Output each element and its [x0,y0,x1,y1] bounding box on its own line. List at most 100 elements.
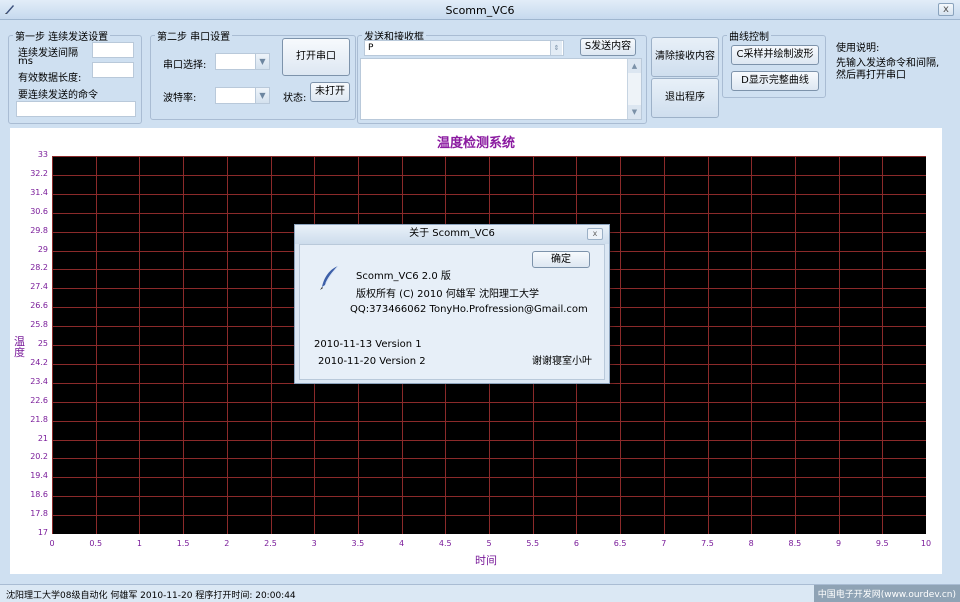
chevron-down-icon[interactable]: ▼ [255,88,269,103]
interval-input[interactable] [92,42,134,58]
about-title: 关于 Scomm_VC6 [295,225,609,244]
window-titlebar: Scomm_VC6 x [0,0,960,20]
sample-label: C采样并绘制波形 [736,49,814,60]
about-contact: QQ:373466062 TonyHo.Profression@Gmail.co… [350,304,588,315]
y-tick-label: 24.2 [30,357,48,367]
x-tick-label: 6 [573,539,579,548]
y-axis-label: 温度 [14,335,25,359]
interval-unit: ms [18,56,33,67]
y-tick-label: 22.6 [30,395,48,405]
send-button-label: S发送内容 [584,41,632,52]
about-history1: 2010-11-13 Version 1 [314,339,422,350]
receive-textarea[interactable] [360,58,642,120]
scroll-down-icon[interactable]: ▼ [628,105,641,119]
receive-scrollbar[interactable]: ▲ ▼ [627,59,641,119]
about-close-button[interactable]: x [587,228,603,240]
y-tick-label: 25.8 [30,320,48,330]
y-tick-label: 29 [37,244,48,254]
y-tick-label: 17 [37,528,48,537]
curve-legend: 曲线控制 [729,32,769,43]
about-history2: 2010-11-20 Version 2 [318,356,426,367]
about-version: Scomm_VC6 2.0 版 [356,271,451,282]
x-tick-label: 1 [136,539,142,548]
y-tick-label: 29.8 [30,225,48,235]
y-tick-label: 20.2 [30,452,48,462]
y-tick-label: 18.6 [30,490,48,500]
x-tick-label: 4 [399,539,405,548]
chevron-down-icon[interactable]: ▼ [255,54,269,69]
status-bar: 沈阳理工大学08级自动化 何雄军 2010-11-20 程序打开时间: 20:0… [0,584,960,602]
watermark: 中国电子开发网(www.ourdev.cn) [813,585,960,602]
full-curve-button[interactable]: D显示完整曲线 [731,71,819,91]
clear-receive-label: 清除接收内容 [655,51,715,62]
x-axis-label: 时间 [475,554,497,567]
y-tick-label: 26.6 [30,301,48,311]
quill-pen-icon [320,265,339,290]
send-button[interactable]: S发送内容 [580,38,636,56]
help-title: 使用说明: [836,43,880,54]
full-curve-label: D显示完整曲线 [741,75,809,86]
x-tick-label: 7.5 [701,539,714,548]
x-tick-label: 3.5 [351,539,365,548]
x-tick-label: 7 [661,539,667,548]
x-tick-label: 0 [49,539,55,548]
about-body: Scomm_VC6 2.0 版 版权所有 (C) 2010 何雄军 沈阳理工大学… [299,244,605,380]
window-title: Scomm_VC6 [445,4,515,17]
y-tick-label: 28.2 [30,263,48,273]
exit-button[interactable]: 退出程序 [651,78,719,118]
x-tick-label: 9.5 [875,539,889,548]
exit-label: 退出程序 [665,92,705,103]
state-label: 状态: [283,93,307,104]
x-tick-label: 9 [836,539,842,548]
send-input-value: P [368,43,374,53]
status-text: 沈阳理工大学08级自动化 何雄军 2010-11-20 程序打开时间: 20:0… [6,591,296,601]
state-button[interactable]: 未打开 [310,82,350,102]
step1-legend: 第一步 连续发送设置 [15,32,109,43]
x-tick-label: 8.5 [788,539,802,548]
scroll-up-icon[interactable]: ▲ [628,59,641,73]
command-label: 要连续发送的命令 [18,90,98,101]
baud-select[interactable]: ▼ [215,87,270,104]
state-value: 未打开 [315,86,345,97]
x-tick-label: 5 [486,539,492,548]
x-tick-label: 1.5 [176,539,190,548]
x-tick-label: 8 [748,539,754,548]
window-close-button[interactable]: x [938,3,954,16]
open-port-label: 打开串口 [296,51,336,62]
send-spin-icon[interactable]: ⇕ [550,41,562,55]
y-tick-label: 23.4 [30,376,48,386]
baud-label: 波特率: [163,93,197,104]
open-port-button[interactable]: 打开串口 [282,38,350,76]
x-tick-label: 2.5 [264,539,277,548]
about-dialog: 关于 Scomm_VC6 x Scomm_VC6 2.0 版 版权所有 (C) … [294,224,610,384]
y-tick-label: 31.4 [30,187,48,197]
command-input[interactable] [16,101,136,117]
data-length-label: 有效数据长度: [18,73,82,84]
step2-legend: 第二步 串口设置 [157,32,231,43]
about-copyright: 版权所有 (C) 2010 何雄军 沈阳理工大学 [356,289,539,300]
port-select[interactable]: ▼ [215,53,270,70]
help-line2: 然后再打开串口 [836,70,906,81]
about-ok-button[interactable]: 确定 [532,251,590,268]
about-thanks: 谢谢寝室小叶 [532,356,592,367]
data-length-input[interactable] [92,62,134,78]
chart-title: 温度检测系统 [436,136,515,151]
sample-button[interactable]: C采样并绘制波形 [731,45,819,65]
y-tick-label: 21 [37,433,48,443]
send-input[interactable]: P [364,40,564,56]
x-tick-label: 3 [311,539,317,548]
clear-receive-button[interactable]: 清除接收内容 [651,37,719,77]
x-tick-label: 2 [224,539,230,548]
x-tick-label: 5.5 [526,539,540,548]
y-tick-label: 30.6 [30,206,48,216]
y-tick-label: 19.4 [30,471,48,481]
y-tick-label: 32.2 [30,168,48,178]
x-tick-label: 10 [920,539,932,548]
y-tick-label: 33 [37,150,48,159]
port-label: 串口选择: [163,60,207,71]
x-tick-label: 4.5 [438,539,452,548]
about-ok-label: 确定 [551,254,571,265]
x-tick-label: 0.5 [89,539,103,548]
y-tick-label: 21.8 [30,414,48,424]
x-tick-label: 6.5 [613,539,627,548]
